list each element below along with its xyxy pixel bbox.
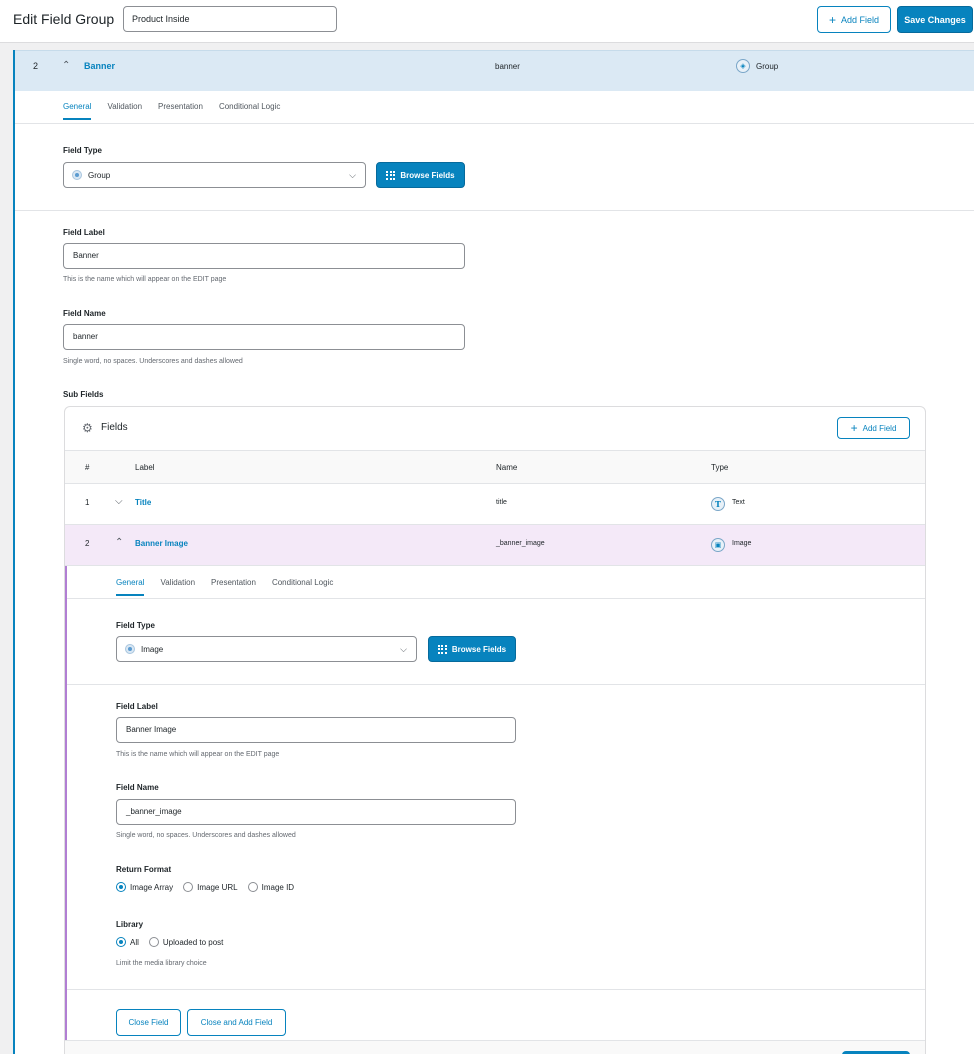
sub-field-name: title — [496, 499, 507, 506]
divider — [15, 123, 974, 124]
field-type-label: Field Type — [63, 146, 102, 155]
divider — [67, 684, 925, 685]
image-icon — [125, 644, 135, 654]
field-label-help: This is the name which will appear on th… — [116, 751, 280, 758]
grid-icon — [386, 170, 396, 180]
sub-field-name: _banner_image — [496, 540, 545, 547]
field-name-input[interactable]: _banner_image — [116, 799, 516, 825]
sub-add-field-button[interactable]: + Add Field — [837, 417, 910, 439]
save-changes-button[interactable]: Save Changes — [897, 6, 973, 33]
add-field-button[interactable]: + Add Field — [817, 6, 891, 33]
sub-fields-label: Sub Fields — [63, 390, 104, 399]
sub-field-label-link[interactable]: Title — [135, 498, 151, 507]
chevron-up-icon[interactable]: ⌃ — [115, 537, 125, 548]
browse-fields-button[interactable]: Browse Fields — [428, 636, 516, 662]
return-format-label: Return Format — [116, 865, 172, 874]
field-type: Group — [756, 62, 779, 71]
radio-uploaded-to-post[interactable]: Uploaded to post — [148, 937, 223, 947]
field-type-select[interactable]: Group ⌵ — [63, 162, 366, 188]
field-label-label: Field Label — [63, 228, 105, 237]
chevron-down-icon[interactable]: ⌵ — [115, 496, 125, 507]
sub-field-type: Text — [732, 499, 745, 506]
field-name-label: Field Name — [116, 783, 159, 792]
grid-icon — [437, 644, 447, 654]
text-icon: T — [711, 497, 725, 511]
library-help: Limit the media library choice — [116, 960, 207, 967]
field-label-help: This is the name which will appear on th… — [63, 276, 227, 283]
sub-field-type: Image — [732, 540, 752, 547]
chevron-down-icon: ⌵ — [349, 170, 356, 180]
sub-field-row[interactable]: 2 ⌃ Banner Image _banner_image ▣ Image — [65, 525, 925, 566]
radio-image-array[interactable]: Image Array — [116, 882, 173, 892]
field-type-select[interactable]: Image ⌵ — [116, 636, 417, 662]
chevron-up-icon[interactable]: ⌃ — [62, 60, 72, 71]
sub-field-order: 2 — [85, 539, 90, 548]
field-label-input[interactable]: Banner — [63, 243, 465, 269]
sub-fields-box: ⚙ Fields + Add Field # Label Name Type 1… — [64, 406, 926, 1054]
field-group-title-input[interactable]: Product Inside — [123, 6, 337, 32]
field-name-label: Field Name — [63, 309, 106, 318]
sub-field-tabs: General Validation Presentation Conditio… — [116, 578, 333, 596]
radio-image-url[interactable]: Image URL — [183, 882, 238, 892]
tab-general[interactable]: General — [63, 102, 92, 120]
return-format-options: Image Array Image URL Image ID — [116, 882, 294, 892]
field-label-input[interactable]: Banner Image — [116, 717, 516, 743]
tab-presentation[interactable]: Presentation — [211, 578, 256, 596]
divider — [67, 989, 925, 990]
field-order: 2 — [33, 61, 39, 71]
field-name-help: Single word, no spaces. Underscores and … — [63, 358, 243, 365]
sub-field-order: 1 — [85, 498, 90, 507]
sub-field-settings: General Validation Presentation Conditio… — [65, 566, 925, 1054]
field-tabs: General Validation Presentation Conditio… — [63, 102, 280, 120]
plus-icon: + — [850, 421, 858, 435]
sub-fields-footer — [65, 1040, 925, 1054]
close-field-button[interactable]: Close Field — [116, 1009, 181, 1036]
tab-general[interactable]: General — [116, 578, 145, 596]
sub-fields-title: Fields — [101, 422, 128, 433]
library-label: Library — [116, 920, 144, 929]
puzzle-icon: ⚙ — [82, 421, 93, 435]
field-name-help: Single word, no spaces. Underscores and … — [116, 832, 296, 839]
field-name-input[interactable]: banner — [63, 324, 465, 350]
divider — [67, 598, 925, 599]
column-type: Type — [711, 463, 729, 472]
sub-field-label-link[interactable]: Banner Image — [135, 539, 188, 548]
group-icon — [72, 170, 82, 180]
group-icon: ◈ — [736, 59, 750, 73]
library-options: All Uploaded to post — [116, 937, 223, 947]
tab-validation[interactable]: Validation — [107, 102, 142, 120]
browse-fields-button[interactable]: Browse Fields — [376, 162, 465, 188]
chevron-down-icon: ⌵ — [400, 644, 407, 654]
divider — [15, 210, 974, 211]
top-bar: Edit Field Group Product Inside + Add Fi… — [0, 0, 974, 43]
sub-fields-header: ⚙ Fields + Add Field — [65, 407, 925, 450]
sub-fields-columns: # Label Name Type — [65, 450, 925, 484]
tab-validation[interactable]: Validation — [160, 578, 195, 596]
radio-image-id[interactable]: Image ID — [247, 882, 294, 892]
plus-icon: + — [828, 12, 836, 27]
column-name: Name — [496, 463, 518, 472]
group-field-row[interactable]: 2 ⌃ Banner banner ◈ Group — [15, 50, 974, 91]
group-field-panel: 2 ⌃ Banner banner ◈ Group General Valida… — [13, 50, 974, 1054]
page-title: Edit Field Group — [13, 11, 115, 27]
tab-conditional-logic[interactable]: Conditional Logic — [272, 578, 333, 596]
radio-all[interactable]: All — [116, 937, 139, 947]
close-and-add-field-button[interactable]: Close and Add Field — [187, 1009, 286, 1036]
column-order: # — [85, 463, 90, 472]
field-name: banner — [495, 62, 520, 71]
field-label-label: Field Label — [116, 702, 158, 711]
field-label-link[interactable]: Banner — [84, 61, 115, 71]
tab-presentation[interactable]: Presentation — [158, 102, 203, 120]
image-icon: ▣ — [711, 538, 725, 552]
field-type-label: Field Type — [116, 621, 155, 630]
sub-field-row[interactable]: 1 ⌵ Title title T Text — [65, 484, 925, 525]
tab-conditional-logic[interactable]: Conditional Logic — [219, 102, 280, 120]
column-label: Label — [135, 463, 155, 472]
